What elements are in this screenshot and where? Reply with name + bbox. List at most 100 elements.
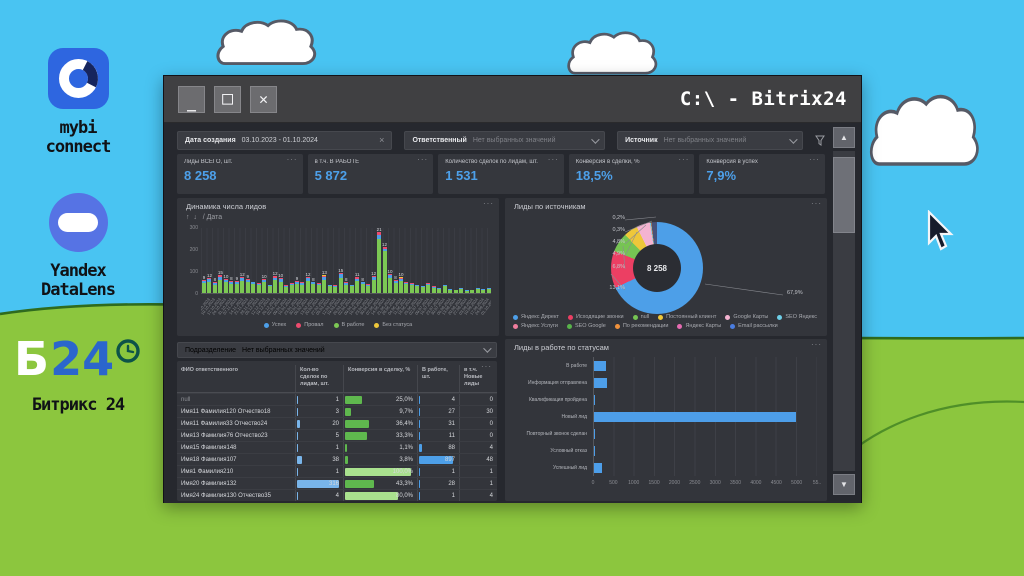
stacked-bar <box>311 282 315 293</box>
close-button[interactable]: ✕ <box>250 86 277 113</box>
bar-value-label: 11 <box>355 272 360 277</box>
legend-item[interactable]: Яндекс Директ <box>513 314 559 320</box>
x-axis-tick: 1500 <box>649 480 660 486</box>
legend-item[interactable]: Без статуса <box>374 322 412 328</box>
clear-icon[interactable]: × <box>379 136 384 145</box>
chevron-down-icon[interactable] <box>789 135 797 143</box>
scroll-down-button[interactable]: ▼ <box>833 474 855 495</box>
stacked-bar <box>415 285 419 293</box>
table-row: Имя15 Фамилия14811,1%884 <box>177 441 497 453</box>
column-header[interactable]: Конверсия в сделку, % <box>343 365 417 392</box>
legend-label: По рекомендации <box>623 323 669 329</box>
bar-value-label: 12 <box>240 272 245 277</box>
legend-item[interactable]: Успех <box>264 322 287 328</box>
legend-item[interactable]: Исходящие звонки <box>568 314 624 320</box>
desktop-icon-bitrix24[interactable]: Б24 Битрикс 24 <box>14 336 142 415</box>
stacked-bar <box>268 285 272 293</box>
chevron-down-icon[interactable] <box>591 135 599 143</box>
donut-percent-label: 6,8% <box>612 264 625 270</box>
legend-dot <box>725 315 730 320</box>
legend-label: Постоянный клиент <box>666 314 716 320</box>
funnel-icon[interactable] <box>815 135 825 147</box>
legend-item[interactable]: Email рассылки <box>730 323 778 329</box>
legend-dot <box>567 324 572 329</box>
responsible-placeholder: Нет выбранных значений <box>473 137 556 144</box>
column-header[interactable]: ФИО ответственного <box>177 365 295 392</box>
desktop-icon-mybi-connect[interactable]: mybiconnect <box>18 48 138 157</box>
legend-item[interactable]: В работе <box>334 322 365 328</box>
legend-item[interactable]: Постоянный клиент <box>658 314 716 320</box>
kpi-card: Лиды ВСЕГО, шт.8 258··· <box>177 154 303 194</box>
column-header[interactable]: в т.ч. Новые лиды <box>459 365 497 392</box>
bar-value-label: 10 <box>223 274 228 279</box>
panel-menu-icon[interactable]: ··· <box>811 340 822 349</box>
sort-asc-icon[interactable]: ↑ <box>186 214 190 221</box>
x-axis-tick: 55.. <box>813 480 821 486</box>
legend-item[interactable]: SEO Яндекс <box>777 314 817 320</box>
data-bar <box>419 468 420 476</box>
bar-value-label: 13 <box>322 270 327 275</box>
panel-menu-icon[interactable]: ··· <box>417 155 428 164</box>
legend-item[interactable]: Яндекс Услуги <box>513 323 558 329</box>
data-bar <box>419 492 420 500</box>
stacked-bar <box>213 282 217 293</box>
scroll-up-button[interactable]: ▲ <box>833 127 855 148</box>
x-axis-tick: 2000 <box>669 480 680 486</box>
stacked-bar <box>470 290 474 293</box>
stacked-bar <box>279 278 283 293</box>
titlebar[interactable]: _ □ ✕ C:\ - Bitrix24 <box>164 76 861 123</box>
legend-dot <box>513 315 518 320</box>
legend-item[interactable]: null <box>633 314 650 320</box>
legend-item[interactable]: Google Карты <box>725 314 768 320</box>
maximize-button[interactable]: □ <box>214 86 241 113</box>
scrollbar-thumb[interactable] <box>833 157 855 233</box>
minimize-button[interactable]: _ <box>178 86 205 113</box>
chevron-down-icon[interactable] <box>483 344 491 352</box>
panel-menu-icon[interactable]: ··· <box>287 155 298 164</box>
date-filter[interactable]: Дата создания 03.10.2023 - 01.10.2024 × <box>177 131 392 150</box>
data-bar <box>345 480 374 488</box>
stacked-bar <box>300 282 304 293</box>
desktop-icon-yandex-datalens[interactable]: YandexDataLens <box>18 193 138 300</box>
cell-inwork: 28 <box>417 478 459 489</box>
stacked-bar <box>465 290 469 293</box>
cell-name: Имя18 Фамилия107 <box>177 454 295 465</box>
stacked-bar <box>322 275 326 293</box>
source-filter[interactable]: Источник Нет выбранных значений <box>617 131 803 150</box>
column-header[interactable]: Кол-во сделок по лидам, шт. <box>295 365 343 392</box>
bar-value-label: 9 <box>236 276 239 281</box>
legend-item[interactable]: Яндекс Карты <box>677 323 721 329</box>
stacked-bar <box>459 288 463 293</box>
donut-percent-label: 0,2% <box>612 215 625 221</box>
legend-dot <box>730 324 735 329</box>
legend-item[interactable]: Провал <box>296 322 323 328</box>
department-filter[interactable]: Подразделение Нет выбранных значений <box>177 342 497 358</box>
status-bar <box>594 429 595 439</box>
stacked-bar <box>207 278 211 293</box>
legend-item[interactable]: SEO Google <box>567 323 606 329</box>
table-row: Имя1 Фамилия2101100,0%11 <box>177 465 497 477</box>
bar-value-label: 12 <box>371 271 376 276</box>
sort-desc-icon[interactable]: ↓ <box>193 214 197 221</box>
panel-menu-icon[interactable]: ··· <box>678 155 689 164</box>
status-bar <box>594 412 796 422</box>
stacked-bar <box>229 281 233 293</box>
panel-menu-icon[interactable]: ··· <box>809 155 820 164</box>
x-axis-tick: 500 <box>609 480 617 486</box>
table-row: Имя11 Фамилия33 Отчество242036,4%310 <box>177 417 497 429</box>
cell-inwork: 1 <box>417 466 459 477</box>
legend-label: SEO Google <box>575 323 606 329</box>
column-header[interactable]: В работе, шт. <box>417 365 459 392</box>
bitrix24-logo: Б24 <box>14 336 142 382</box>
sort-field[interactable]: / Дата <box>203 214 222 221</box>
donut-percent-label: 67,9% <box>787 290 803 296</box>
responsible-filter[interactable]: Ответственный Нет выбранных значений <box>404 131 605 150</box>
panel-menu-icon[interactable]: ··· <box>548 155 559 164</box>
panel-menu-icon[interactable]: ··· <box>483 199 494 208</box>
legend-item[interactable]: По рекомендации <box>615 323 669 329</box>
legend-dot <box>615 324 620 329</box>
bar-value-label: 8 <box>394 275 397 280</box>
panel-menu-icon[interactable]: ··· <box>811 199 822 208</box>
donut-percent-label: 4,9% <box>612 251 625 257</box>
status-category-label: Квалификация пройдена <box>507 397 587 403</box>
